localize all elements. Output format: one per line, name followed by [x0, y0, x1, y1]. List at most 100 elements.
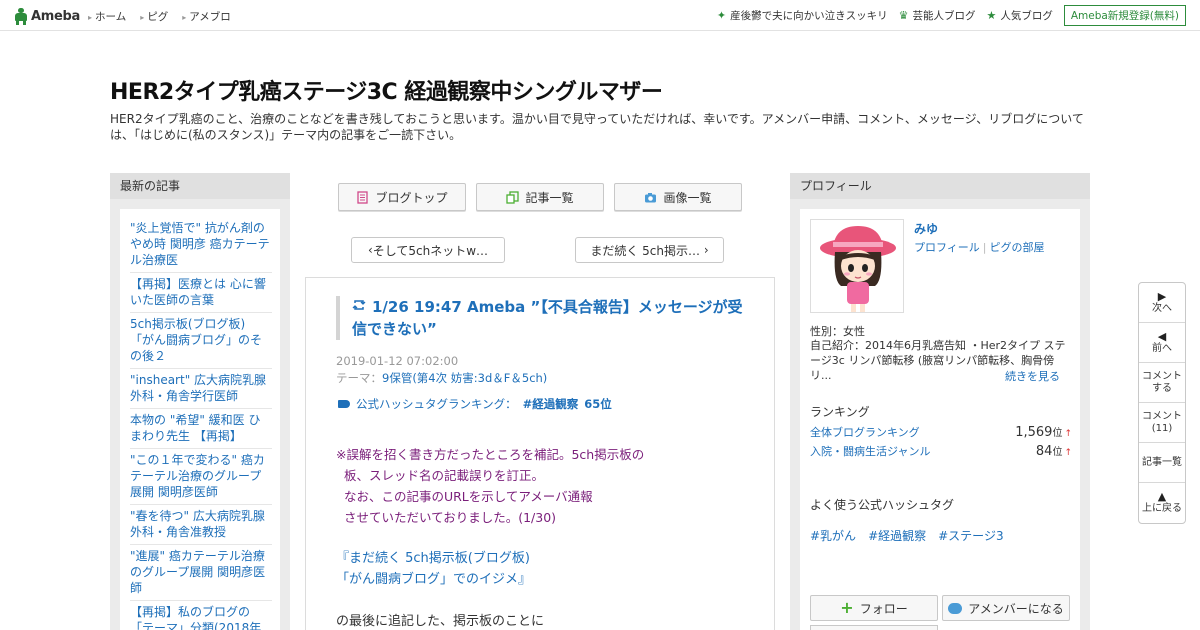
- list-item[interactable]: 本物の "希望" 緩和医 ひまわり先生 【再掲】: [130, 409, 272, 449]
- list-item[interactable]: 5ch掲示板(ブログ板) 「がん闘病ブログ」のその後２: [130, 313, 272, 369]
- next-label: 次へ: [1152, 302, 1172, 314]
- profile-name[interactable]: みゆ: [914, 220, 938, 237]
- write-comment-button[interactable]: コメント する: [1139, 363, 1185, 403]
- article-body-text: の最後に追記した、掲示板のことに: [336, 614, 545, 629]
- pigg-room-link[interactable]: ピグの部屋: [990, 241, 1045, 254]
- list-item[interactable]: "この１年で変わる" 癌カテーテル治療のグループ展開 関明彦医師: [130, 449, 272, 505]
- nav-ameblo[interactable]: アメブロ: [182, 9, 230, 24]
- prev-label: 前へ: [1152, 342, 1172, 354]
- rank-up-icon: ↑: [1064, 429, 1072, 439]
- ranking-unit: 位: [1052, 428, 1063, 439]
- tab-article-list[interactable]: 記事一覧: [476, 183, 604, 211]
- back-to-top-button[interactable]: ▲ 上に戻る: [1139, 483, 1185, 523]
- profile-links: プロフィール | ピグの部屋: [914, 241, 1045, 254]
- article: 1/26 19:47 Ameba ”【不具合報告】メッセージが受信できない” 2…: [305, 277, 775, 630]
- blog-description: HER2タイプ乳癌のこと、治療のことなどを書き残しておこうと思います。温かい目で…: [110, 112, 1084, 142]
- list-item[interactable]: "炎上覚悟で" 抗がん剤のやめ時 関明彦 癌カテーテル治療医: [130, 217, 272, 273]
- ranking-overall-value: 1,569位 ↑: [1015, 424, 1072, 440]
- hashtag-ranking[interactable]: 公式ハッシュタグランキング： #経過観察 65位: [338, 396, 612, 412]
- article-title-text: 1/26 19:47 Ameba ”【不具合報告】メッセージが受信できない”: [352, 298, 743, 338]
- document-icon: [356, 190, 369, 204]
- play-left-icon: ◀: [1157, 329, 1167, 343]
- prev-article-button[interactable]: ‹ そして5chネットw…: [351, 237, 505, 263]
- trending-link-label: 産後鬱で夫に向かい泣きスッキリ: [730, 10, 888, 22]
- ranking-genre-link[interactable]: 入院・闘病生活ジャンル: [810, 443, 930, 459]
- profile-panel: プロフィール みゆ プロフィール | ピグの部屋 性別：女性 自己紹介：2014…: [790, 173, 1090, 630]
- back-to-top-label: 上に戻る: [1142, 503, 1182, 514]
- tab-image-list-label: 画像一覧: [663, 190, 712, 205]
- popular-blog-link[interactable]: ★ 人気ブログ: [986, 8, 1052, 23]
- top-right-links: ✦ 産後鬱で夫に向かい泣きスッキリ ♛ 芸能人ブログ ★ 人気ブログ Ameba…: [717, 5, 1186, 26]
- trending-link[interactable]: ✦ 産後鬱で夫に向かい泣きスッキリ: [717, 8, 888, 23]
- hashtag-link[interactable]: #経過観察: [868, 527, 926, 544]
- list-item[interactable]: 【再掲】私のブログの「テーマ」分類(2018年: [130, 601, 272, 630]
- next-button[interactable]: ▶ 次へ: [1139, 283, 1185, 323]
- ameba-logo-icon: [14, 7, 28, 25]
- chevron-right-icon: ›: [700, 243, 709, 257]
- follow-button[interactable]: + フォロー: [810, 595, 938, 621]
- top-bar: Ameba ホーム ピグ アメブロ ✦ 産後鬱で夫に向かい泣きスッキリ ♛ 芸能…: [0, 0, 1200, 31]
- avatar[interactable]: [810, 219, 904, 313]
- top-nav: ホーム ピグ アメブロ: [88, 9, 231, 24]
- tab-article-list-label: 記事一覧: [525, 190, 574, 205]
- tab-image-list[interactable]: 画像一覧: [614, 183, 742, 211]
- hashtag-ranking-label: 公式ハッシュタグランキング：: [356, 397, 517, 411]
- profile-gender: 性別：女性: [810, 325, 865, 338]
- ranking-genre-value: 84位 ↑: [1036, 443, 1072, 459]
- tab-blog-top[interactable]: ブログトップ: [338, 183, 466, 211]
- article-list-button[interactable]: 記事一覧: [1139, 443, 1185, 483]
- sparkle-icon: ✦: [716, 9, 727, 22]
- list-item[interactable]: "進展" 癌カテーテル治療のグループ展開 関明彦医師: [130, 545, 272, 601]
- play-right-icon: ▶: [1157, 289, 1167, 303]
- up-arrow-icon: ▲: [1157, 490, 1167, 503]
- ranking-value: 1,569: [1015, 425, 1053, 440]
- article-theme: テーマ：9保管(第4次 妨害:3d＆F＆5ch): [336, 370, 547, 386]
- article-title[interactable]: 1/26 19:47 Ameba ”【不具合報告】メッセージが受信できない”: [336, 296, 746, 340]
- extra-button[interactable]: [810, 625, 938, 630]
- logo-text: Ameba: [31, 8, 81, 24]
- profile-link[interactable]: プロフィール: [914, 241, 980, 254]
- reblog-icon: [352, 296, 366, 318]
- plus-icon: +: [840, 598, 854, 617]
- celebrity-blog-link[interactable]: ♛ 芸能人ブログ: [899, 8, 976, 23]
- ranking-heading: ランキング: [810, 405, 870, 419]
- list-item[interactable]: "insheart" 広大病院乳腺外科・角舎学行医師: [130, 369, 272, 409]
- article-date: 2019-01-12 07:02:00: [336, 354, 459, 368]
- speech-bubble-icon: [948, 602, 963, 614]
- ameba-logo[interactable]: Ameba: [14, 6, 80, 26]
- become-member-button[interactable]: アメンバーになる: [942, 595, 1070, 621]
- floating-side-nav: ▶ 次へ ◀ 前へ コメント する コメント (11) 記事一覧 ▲ 上に戻る: [1138, 282, 1186, 524]
- ranking-overall-link[interactable]: 全体ブログランキング: [810, 424, 920, 440]
- hashtag-name: #経過観察: [522, 397, 579, 411]
- celebrity-blog-label: 芸能人ブログ: [912, 10, 976, 22]
- tag-icon: [338, 400, 350, 408]
- become-member-label: アメンバーになる: [968, 601, 1064, 616]
- popular-blog-label: 人気ブログ: [1000, 10, 1053, 22]
- next-article-label: まだ続く 5ch掲示…: [590, 243, 701, 258]
- blog-tabs: ブログトップ 記事一覧 画像一覧: [338, 183, 742, 211]
- prev-button[interactable]: ◀ 前へ: [1139, 323, 1185, 363]
- nav-home[interactable]: ホーム: [88, 9, 126, 24]
- hashtag-link[interactable]: #ステージ3: [938, 527, 1003, 544]
- tab-blog-top-label: ブログトップ: [375, 190, 448, 205]
- recent-articles-panel: 最新の記事 "炎上覚悟で" 抗がん剤のやめ時 関明彦 癌カテーテル治療医 【再掲…: [110, 173, 290, 630]
- ranking-row: 全体ブログランキング 1,569位 ↑: [810, 424, 1072, 440]
- ranking-unit: 位: [1052, 447, 1063, 458]
- next-article-button[interactable]: まだ続く 5ch掲示… ›: [575, 237, 724, 263]
- theme-prefix: テーマ：: [336, 371, 382, 385]
- article-quoted-link[interactable]: 『まだ続く 5ch掲示板(ブログ板) 「がん闘病ブログ」でのイジメ』: [336, 548, 531, 590]
- hashtag-heading: よく使う公式ハッシュタグ: [810, 498, 955, 512]
- hashtag-rank: 65位: [584, 397, 612, 411]
- blog-title[interactable]: HER2タイプ乳癌ステージ3C 経過観察中シングルマザー: [110, 74, 663, 106]
- nav-pigg[interactable]: ピグ: [140, 9, 168, 24]
- comments-button[interactable]: コメント (11): [1139, 403, 1185, 443]
- theme-link[interactable]: 9保管(第4次 妨害:3d＆F＆5ch): [382, 371, 547, 385]
- prev-article-label: そして5chネットw…: [372, 243, 489, 258]
- list-item[interactable]: "春を待つ" 広大病院乳腺外科・角舎准教授: [130, 505, 272, 545]
- hashtag-link[interactable]: #乳がん: [810, 527, 856, 544]
- read-more-link[interactable]: 続きを見る: [1005, 368, 1060, 384]
- list-item[interactable]: 【再掲】医療とは 心に響いた医師の言葉: [130, 273, 272, 313]
- register-button[interactable]: Ameba新規登録(無料): [1063, 5, 1186, 26]
- hashtag-list: #乳がん #経過観察 #ステージ3: [810, 527, 1004, 544]
- ranking-value: 84: [1035, 444, 1053, 459]
